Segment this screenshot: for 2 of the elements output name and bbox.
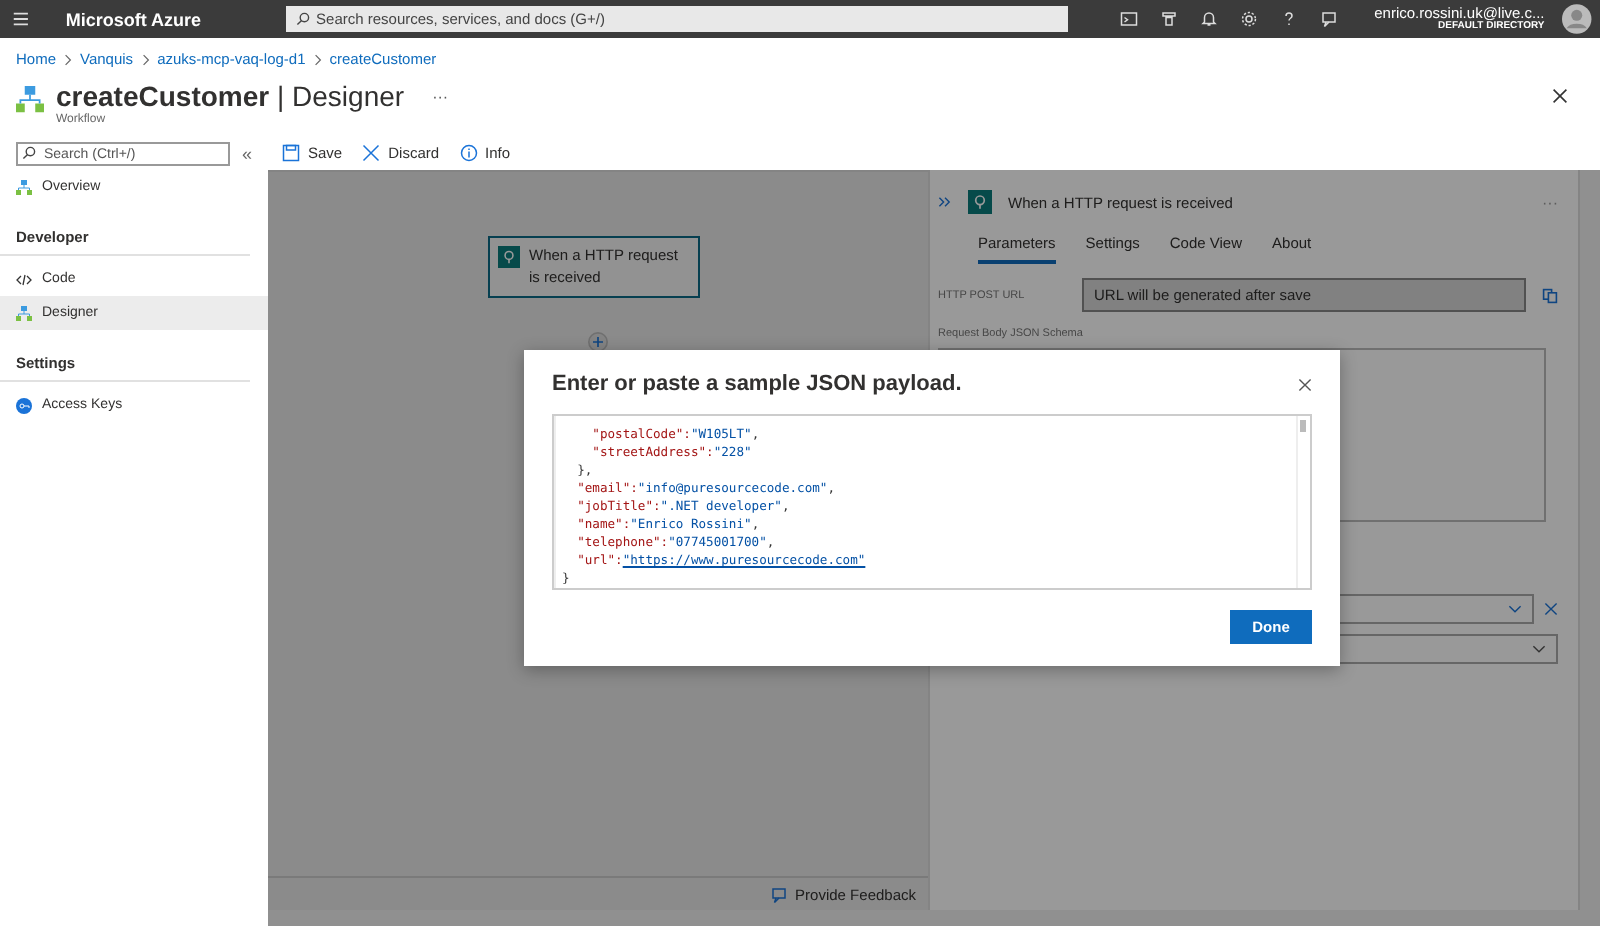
page-title: createCustomer | Designer	[56, 80, 405, 113]
dialog-title: Enter or paste a sample JSON payload.	[552, 372, 962, 396]
